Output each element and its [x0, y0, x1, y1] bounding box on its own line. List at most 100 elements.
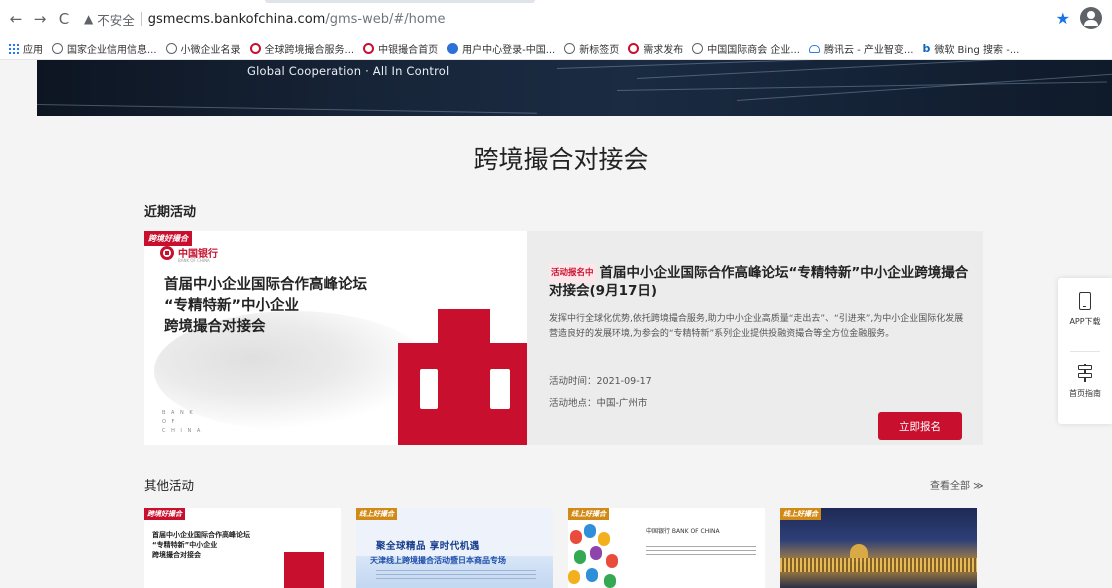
featured-image-headline: 首届中小企业国际合作高峰论坛 “专精特新”中小企业 跨境撮合对接会: [164, 275, 367, 338]
bank-vertical-line: C H I N A: [162, 428, 203, 434]
cloud-icon: [808, 44, 820, 53]
card-partner-logos: 中国银行 BANK OF CHINA: [646, 528, 720, 535]
event-corner-tag: 跨境好撮合: [144, 231, 192, 246]
home-guide-button[interactable]: 首页指南: [1058, 364, 1112, 399]
page-title: 跨境撮合对接会: [473, 145, 649, 174]
bank-vertical-line: O F: [162, 419, 177, 425]
bookmark-item[interactable]: 小微企业名录: [165, 41, 241, 56]
browser-toolbar: ← → C ▲ 不安全 gsmecms.bankofchina.com /gms…: [0, 0, 1112, 38]
url-path[interactable]: /gms-web/#/home: [325, 12, 445, 27]
app-download-button[interactable]: APP下载: [1058, 292, 1112, 327]
featured-event-image[interactable]: 跨境好撮合 中国银行 BANK OF CHINA 首届中小企业国际合作高峰论坛 …: [144, 231, 527, 445]
card-headline-line: 首届中小企业国际合作高峰论坛: [152, 531, 250, 539]
bookmark-label: 需求发布: [643, 45, 684, 56]
city-skyline-graphic: [780, 558, 977, 572]
event-card[interactable]: 线上好撮合 中国银行 BANK OF CHINA: [568, 508, 765, 588]
signpost-icon: [1078, 364, 1092, 382]
bookmark-apps[interactable]: 应用: [8, 41, 43, 56]
boc-icon: [249, 43, 261, 54]
bookmark-item[interactable]: 需求发布: [628, 41, 683, 56]
status-badge: 活动报名中: [549, 264, 596, 283]
hero-banner: Global Cooperation · All In Control: [37, 60, 1112, 116]
bookmark-label: 腾讯云 - 产业智变...: [823, 45, 914, 56]
back-icon[interactable]: ←: [6, 9, 26, 29]
boc-icon: [628, 43, 640, 54]
tab-strip-edge: [265, 0, 535, 3]
bookmark-item[interactable]: 腾讯云 - 产业智变...: [808, 41, 914, 56]
event-card[interactable]: 线上好撮合 聚全球精品 享时代机遇 天津线上跨境撮合活动暨日本商品专场: [356, 508, 553, 588]
bookmark-label: 微软 Bing 搜索 -...: [934, 45, 1020, 56]
bookmark-label: 用户中心登录-中国...: [462, 45, 556, 56]
bookmark-item[interactable]: 新标签页: [564, 41, 619, 56]
headline-line: “专精特新”中小企业: [164, 298, 300, 314]
forward-icon[interactable]: →: [30, 9, 50, 29]
floating-side-panel: APP下载 首页指南: [1058, 278, 1112, 424]
card-headline: 聚全球精品 享时代机遇: [376, 541, 480, 552]
boc-zhong-graphic: [284, 552, 324, 588]
address-bar[interactable]: ▲ 不安全 gsmecms.bankofchina.com /gms-web/#…: [84, 6, 445, 32]
bookmark-item[interactable]: b 微软 Bing 搜索 -...: [922, 41, 1019, 56]
reload-icon[interactable]: C: [54, 9, 74, 29]
boc-zhong-graphic: [398, 309, 527, 445]
bookmark-label: 新标签页: [579, 45, 620, 56]
boc-logo-subtitle: BANK OF CHINA: [178, 258, 210, 263]
event-corner-tag: 线上好撮合: [780, 508, 821, 520]
bing-icon: b: [922, 42, 931, 55]
event-time: 活动时间：2021-09-17: [549, 376, 652, 387]
colorful-pattern-graphic: [568, 520, 622, 588]
event-corner-tag: 线上好撮合: [356, 508, 397, 520]
card-fineprint: [646, 546, 756, 558]
event-corner-tag: 线上好撮合: [568, 508, 609, 520]
bank-vertical-text: B A N K O F C H I N A: [162, 409, 202, 436]
featured-event-card[interactable]: 跨境好撮合 中国银行 BANK OF CHINA 首届中小企业国际合作高峰论坛 …: [144, 231, 983, 445]
featured-event-description: 发挥中行全球化优势,依托跨境撮合服务,助力中小企业高质量“走出去”、“引进来”,…: [549, 314, 964, 339]
card-headline-line: “专精特新”中小企业: [152, 541, 218, 549]
bookmark-label: 应用: [23, 45, 43, 56]
view-all-link[interactable]: 查看全部 ≫: [930, 477, 984, 492]
bookmark-item[interactable]: 国家企业信用信息...: [52, 41, 157, 56]
warning-icon[interactable]: ▲: [84, 12, 93, 26]
bookmark-item[interactable]: 全球跨境撮合服务...: [249, 41, 355, 56]
profile-avatar-icon[interactable]: [1080, 7, 1102, 29]
bookmark-item[interactable]: 用户中心登录-中国...: [447, 41, 555, 56]
insecure-label[interactable]: 不安全: [97, 10, 135, 29]
blue-site-icon: [447, 43, 459, 54]
event-location: 活动地点：中国-广州市: [549, 398, 648, 409]
bookmark-label: 中银撮合首页: [378, 45, 439, 56]
recent-section-title: 近期活动: [144, 205, 197, 220]
globe-icon: [564, 43, 576, 54]
event-card[interactable]: 跨境好撮合 首届中小企业国际合作高峰论坛 “专精特新”中小企业 跨境撮合对接会: [144, 508, 341, 588]
bookmarks-bar: 应用 国家企业信用信息... 小微企业名录 全球跨境撮合服务... 中银撮合首页…: [0, 38, 1112, 60]
bookmark-star-icon[interactable]: ★: [1056, 9, 1070, 28]
card-fineprint: [376, 570, 536, 580]
banner-streak: [37, 104, 537, 114]
featured-event-info: 活动报名中 首届中小企业国际合作高峰论坛“专精特新”中小企业跨境撮合对接会(9月1…: [549, 264, 969, 342]
globe-icon: [692, 43, 704, 54]
bookmark-item[interactable]: 中国国际商会 企业...: [692, 41, 800, 56]
event-title-text[interactable]: 首届中小企业国际合作高峰论坛“专精特新”中小企业跨境撮合对接会(9月17日): [549, 265, 968, 299]
apps-grid-icon: [8, 43, 19, 54]
banner-streak: [616, 81, 1107, 91]
apply-now-button[interactable]: 立即报名: [878, 412, 962, 440]
bank-vertical-line: B A N K: [162, 410, 195, 416]
url-domain[interactable]: gsmecms.bankofchina.com: [148, 12, 326, 27]
bookmark-label: 国家企业信用信息...: [67, 45, 157, 56]
bookmark-label: 中国国际商会 企业...: [707, 45, 800, 56]
headline-line: 跨境撮合对接会: [164, 319, 266, 335]
event-corner-tag: 跨境好撮合: [144, 508, 185, 520]
card-headline: 首届中小企业国际合作高峰论坛 “专精特新”中小企业 跨境撮合对接会: [152, 530, 250, 560]
phone-icon: [1079, 292, 1091, 310]
app-download-label: APP下载: [1069, 317, 1101, 326]
url-separator: [140, 12, 142, 26]
others-section-title: 其他活动: [144, 478, 195, 493]
boc-icon: [363, 43, 375, 54]
featured-event-title[interactable]: 活动报名中 首届中小企业国际合作高峰论坛“专精特新”中小企业跨境撮合对接会(9月1…: [549, 264, 969, 300]
bookmark-label: 全球跨境撮合服务...: [264, 45, 355, 56]
event-card[interactable]: 线上好撮合: [780, 508, 977, 588]
banner-tagline: Global Cooperation · All In Control: [247, 64, 450, 78]
side-divider: [1070, 351, 1100, 352]
bookmark-item[interactable]: 中银撮合首页: [363, 41, 438, 56]
card-subheadline: 天津线上跨境撮合活动暨日本商品专场: [370, 556, 506, 565]
home-guide-label: 首页指南: [1069, 389, 1101, 398]
globe-icon: [165, 43, 177, 54]
